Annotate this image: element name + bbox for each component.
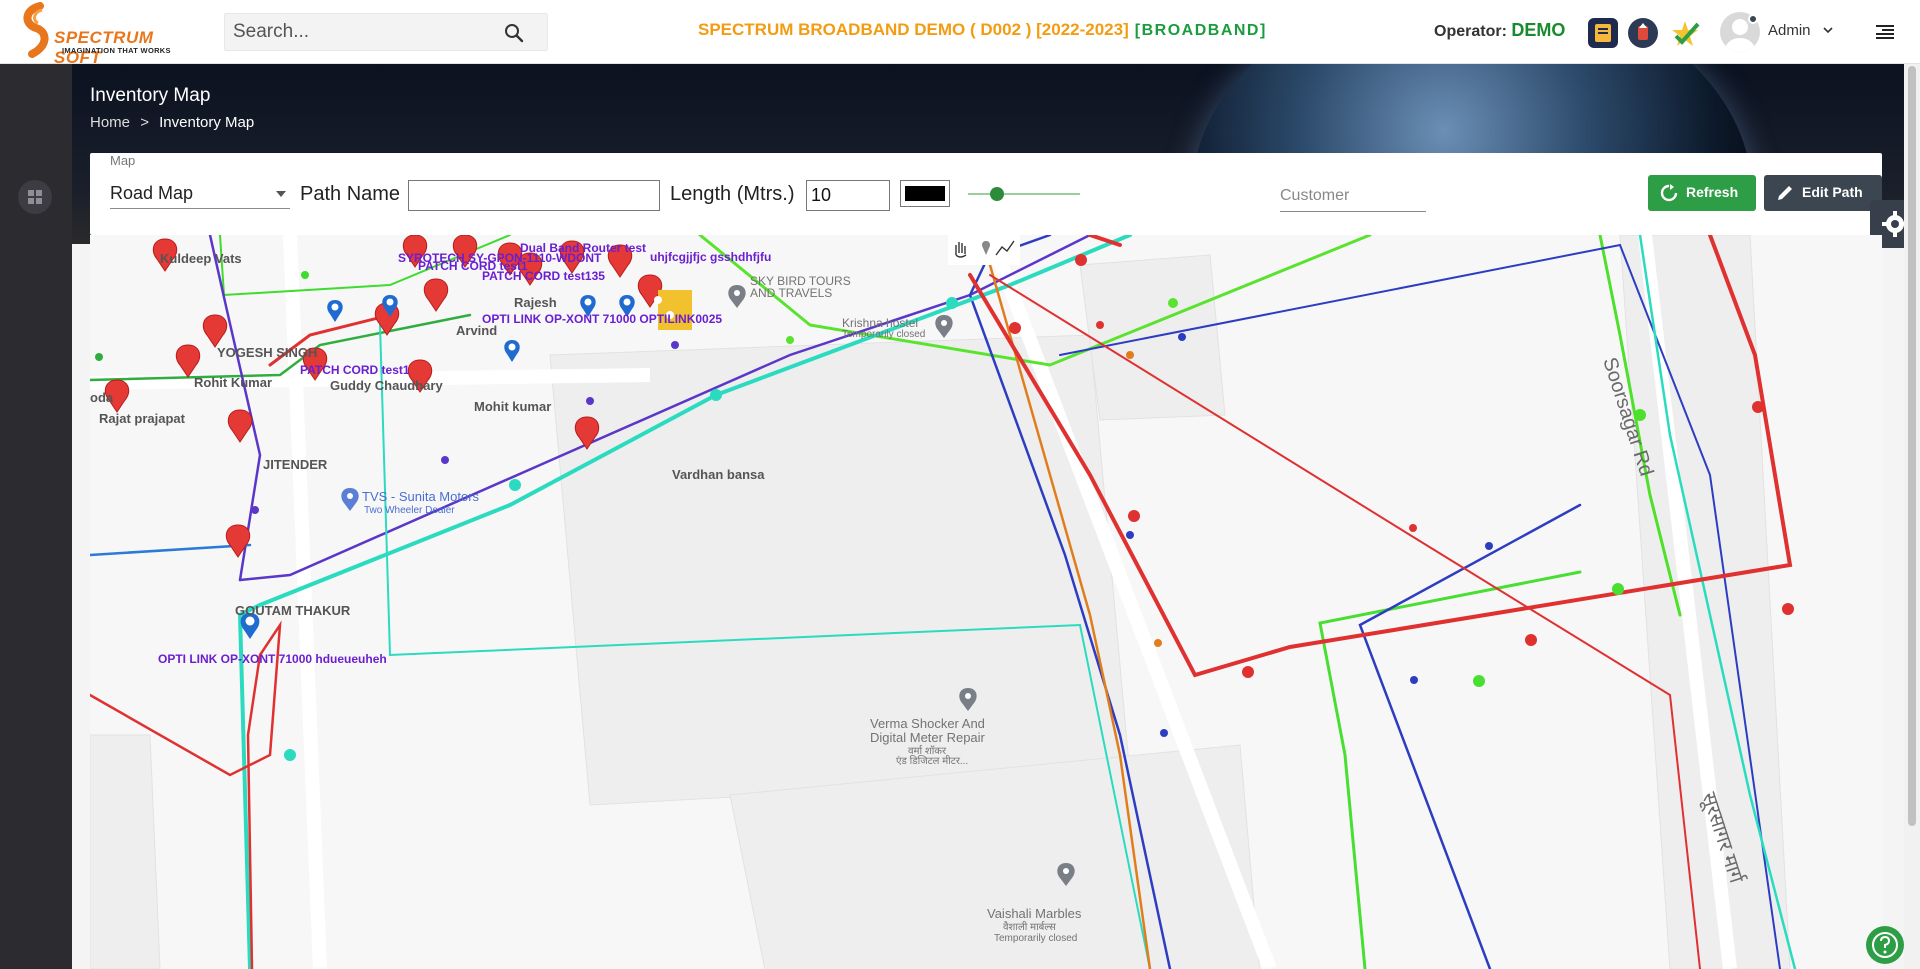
marker-label: JITENDER <box>263 457 328 472</box>
marker-label: Guddy Chaudhary <box>330 378 443 393</box>
breadcrumb-home[interactable]: Home <box>90 114 130 131</box>
customer-pin-icon[interactable] <box>202 314 228 348</box>
dashboard-icon <box>28 190 42 204</box>
user-menu[interactable]: Admin <box>1768 22 1833 39</box>
marker-label: Rajat prajapat <box>99 411 186 426</box>
path-name-input[interactable] <box>408 180 660 211</box>
place-name: Vaishali Marbles <box>987 906 1082 921</box>
dropdown-caret-icon <box>276 191 286 197</box>
search-icon[interactable] <box>503 22 525 44</box>
dashboard-button[interactable] <box>18 180 52 214</box>
place-hindi: एंड डिजिटल मीटर... <box>896 755 968 767</box>
scrollbar-thumb[interactable] <box>1908 66 1916 826</box>
search-input[interactable] <box>233 20 503 44</box>
device-label: uhjfcgjjfjc gsshdhfjfu <box>650 250 771 264</box>
length-label: Length (Mtrs.) <box>670 183 795 205</box>
chevron-down-icon <box>1823 27 1833 34</box>
marker-label: YOGESH SINGH <box>217 345 317 360</box>
page-scrollbar[interactable] <box>1904 64 1920 969</box>
customer-pin-icon[interactable] <box>423 278 449 312</box>
map-type-select[interactable]: Road Map <box>110 181 290 209</box>
customer-placeholder: Customer <box>1280 187 1350 204</box>
top-bar: SPECTRUM SOFT IMAGINATION THAT WORKS SPE… <box>0 0 1920 67</box>
logo-tagline: IMAGINATION THAT WORKS <box>62 46 171 55</box>
customer-pin-icon[interactable] <box>227 409 253 443</box>
path-width-slider[interactable] <box>968 187 1080 201</box>
company-tag: [BROADBAND] <box>1134 22 1267 39</box>
customer-pin-icon[interactable] <box>175 344 201 378</box>
page-title: Inventory Map <box>90 85 211 106</box>
help-button[interactable] <box>1866 926 1904 964</box>
marker-label: Mohit kumar <box>474 399 551 414</box>
search-box <box>224 13 548 51</box>
place-sub: AND TRAVELS <box>750 286 832 300</box>
spectrum-logo-icon <box>23 2 49 58</box>
refresh-icon <box>1660 184 1678 202</box>
place-sub: Two Wheeler Dealer <box>364 505 455 516</box>
map-edge-label: oda <box>90 390 114 405</box>
device-pin-icon[interactable] <box>327 300 343 322</box>
place-sub: Temporarily closed <box>842 329 925 340</box>
refresh-label: Refresh <box>1686 184 1739 200</box>
map-type-value: Road Map <box>110 183 194 203</box>
slider-thumb[interactable] <box>990 187 1005 201</box>
company-title: SPECTRUM BROADBAND DEMO ( D002 ) [2022-2… <box>698 20 1267 40</box>
marker-label: Rajesh <box>514 295 557 310</box>
edit-path-button[interactable]: Edit Path <box>1764 175 1882 211</box>
map-buildings <box>90 235 1791 969</box>
user-name: Admin <box>1768 22 1811 39</box>
marker-label: Vardhan bansa <box>672 467 765 482</box>
place-pin-icon[interactable] <box>728 285 746 308</box>
device-pin-icon[interactable] <box>504 340 520 362</box>
customer-input[interactable]: Customer <box>1280 183 1426 212</box>
operator-value: DEMO <box>1511 20 1566 40</box>
refresh-button[interactable]: Refresh <box>1648 175 1756 211</box>
checkmark-badge-icon[interactable] <box>1668 18 1700 48</box>
path-color-swatch <box>905 186 945 201</box>
operator-label: Operator: <box>1434 23 1507 40</box>
breadcrumb: Home > Inventory Map <box>90 114 254 131</box>
company-name: SPECTRUM BROADBAND DEMO ( D002 ) [2022-2… <box>698 20 1129 39</box>
device-label: PATCH CORD test1 <box>300 363 410 377</box>
question-icon <box>1872 932 1898 958</box>
place-name: Verma Shocker And <box>870 716 985 731</box>
place-name: TVS - Sunita Motors <box>362 489 480 504</box>
marker-label: GOUTAM THAKUR <box>235 603 351 618</box>
path-color-picker[interactable] <box>900 180 950 207</box>
sync-icon[interactable] <box>1628 18 1658 48</box>
place-hindi: वैशाली मार्बल्स <box>1003 921 1056 933</box>
breadcrumb-separator-icon: > <box>140 114 149 131</box>
length-input[interactable] <box>806 180 890 211</box>
path-name-label: Path Name <box>300 183 401 205</box>
menu-icon[interactable] <box>1876 24 1894 40</box>
logo[interactable]: SPECTRUM SOFT IMAGINATION THAT WORKS <box>18 2 200 67</box>
edit-path-label: Edit Path <box>1802 184 1863 200</box>
breadcrumb-current: Inventory Map <box>159 114 255 131</box>
map-canvas[interactable]: Kuldeep Vats YOGESH SINGH Rohit Kumar Ra… <box>90 235 1882 969</box>
hand-tool-icon[interactable] <box>950 237 972 261</box>
sidebar <box>0 64 72 969</box>
pencil-icon <box>1778 186 1792 200</box>
drawing-tools <box>948 235 1020 265</box>
device-label: OPTI LINK OP-XONT 71000 hdueueuheh <box>158 652 387 666</box>
customer-pin-icon[interactable] <box>225 524 251 558</box>
app-badge-icon[interactable] <box>1588 18 1618 48</box>
place-sub: Temporarily closed <box>994 933 1077 944</box>
device-label: OPTI LINK OP-XONT 71000 OPTILINK0025 <box>482 312 722 326</box>
marker-label: Kuldeep Vats <box>160 251 242 266</box>
place-pin-icon[interactable] <box>935 315 953 338</box>
online-status-dot <box>1748 14 1758 24</box>
map-toolbar: Map Road Map Path Name Length (Mtrs.) Cu… <box>90 153 1882 235</box>
device-label: PATCH CORD test135 <box>482 269 605 283</box>
marker-label: Rohit Kumar <box>194 375 272 390</box>
map-type-label: Map <box>110 153 136 168</box>
inventory-map[interactable]: Kuldeep Vats YOGESH SINGH Rohit Kumar Ra… <box>90 235 1882 969</box>
place-name: Krishna hostel <box>842 316 918 330</box>
place-sub: Digital Meter Repair <box>870 730 986 745</box>
operator-info: Operator: DEMO <box>1434 20 1565 41</box>
place-pin-icon[interactable] <box>341 488 359 511</box>
